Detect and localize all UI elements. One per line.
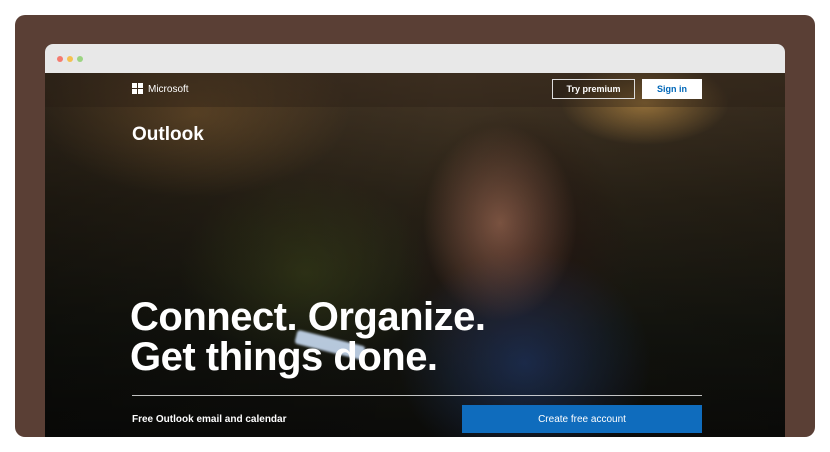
top-nav-bar: Microsoft Try premium Sign in	[45, 73, 785, 107]
browser-window: Microsoft Try premium Sign in Outlook Co…	[45, 44, 785, 437]
divider	[132, 395, 702, 396]
screenshot-frame: Microsoft Try premium Sign in Outlook Co…	[15, 15, 815, 437]
browser-titlebar	[45, 44, 785, 73]
headline-line-1: Connect. Organize.	[130, 295, 486, 339]
microsoft-logo-link[interactable]: Microsoft	[132, 83, 189, 95]
hero-headline: Connect. Organize. Get things done.	[130, 297, 486, 377]
try-premium-button[interactable]: Try premium	[552, 79, 635, 99]
hero-section: Microsoft Try premium Sign in Outlook Co…	[45, 73, 785, 437]
sign-in-button[interactable]: Sign in	[642, 79, 702, 99]
create-free-account-button[interactable]: Create free account	[462, 405, 702, 433]
microsoft-logo-icon	[132, 83, 144, 95]
minimize-window-icon[interactable]	[67, 56, 73, 62]
brand-name: Microsoft	[148, 83, 189, 95]
hero-subtitle: Free Outlook email and calendar	[132, 414, 287, 425]
product-title: Outlook	[132, 124, 204, 145]
headline-line-2: Get things done.	[130, 335, 438, 379]
close-window-icon[interactable]	[57, 56, 63, 62]
maximize-window-icon[interactable]	[77, 56, 83, 62]
